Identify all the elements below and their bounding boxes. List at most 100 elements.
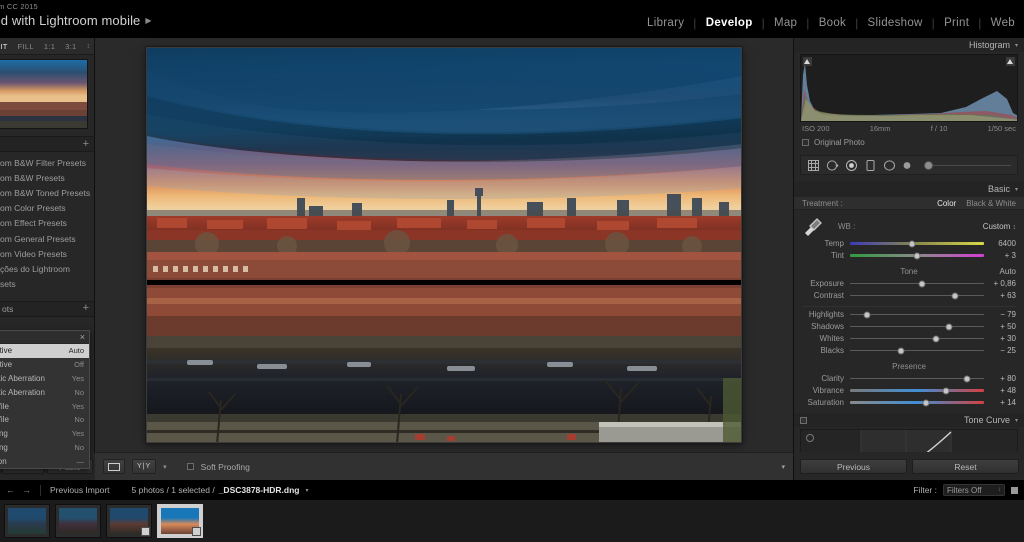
slider-clarity[interactable]: Clarity + 80 [802,374,1016,383]
slider-handle[interactable] [863,311,871,318]
histogram-header[interactable]: Histogram ▾ [794,38,1024,52]
module-print[interactable]: Print [935,17,978,29]
filmstrip-thumbnail[interactable] [55,504,101,538]
basic-panel-header[interactable]: Basic ▾ [794,182,1024,196]
snapshots-section-header[interactable]: ots + [0,300,94,317]
slider-vibrance[interactable]: Vibrance + 48 [802,386,1016,395]
radial-filter-icon[interactable] [883,159,896,172]
zoom-level-3-1[interactable]: 3:1 [65,42,76,51]
slider-track[interactable] [850,387,984,394]
slider-temp[interactable]: Temp 6400 [802,239,1016,248]
slider-track[interactable] [850,323,984,330]
slider-handle[interactable] [908,240,916,247]
slider-handle[interactable] [922,399,930,406]
filename-dropdown-icon[interactable]: ▾ [305,487,308,494]
presets-section-header[interactable]: + [0,136,94,152]
chevron-down-icon[interactable]: ▾ [1015,42,1018,49]
module-library[interactable]: Library [638,17,693,29]
slider-blacks[interactable]: Blacks − 25 [802,346,1016,355]
white-balance-selector-icon[interactable] [802,216,824,236]
adjustment-brush-icon[interactable] [902,159,915,172]
preset-group-item[interactable]: om Color Presets [0,201,94,216]
zoom-level-fill[interactable]: FILL [18,42,34,51]
forward-arrow-icon[interactable]: → [22,485,31,495]
shadow-clipping-indicator[interactable] [803,57,812,66]
popup-row[interactable]: t Toning Yes [0,427,89,441]
preset-group-item[interactable]: sets [0,277,94,292]
chevron-down-icon[interactable]: ▾ [1015,417,1018,424]
tone-curve-header[interactable]: Tone Curve ▾ [794,413,1024,427]
slider-shadows[interactable]: Shadows + 50 [802,322,1016,331]
original-photo-checkbox[interactable] [802,139,809,146]
plus-icon[interactable]: + [83,303,89,314]
zoom-level-fit[interactable]: FIT [0,42,8,51]
target-adjust-icon[interactable] [806,434,814,442]
preset-group-item[interactable]: om Effect Presets [0,216,94,231]
slider-handle[interactable] [945,323,953,330]
filter-dropdown[interactable]: Filters Off ↕ [943,484,1005,496]
slider-track[interactable] [850,240,984,247]
current-filename[interactable]: _DSC3878-HDR.dng [219,485,300,495]
popup-row[interactable]: s Profile Yes [0,399,89,413]
red-eye-icon[interactable] [845,159,858,172]
previous-button[interactable]: Previous [800,458,907,474]
slider-contrast[interactable]: Contrast + 63 [802,291,1016,300]
original-photo-row[interactable]: Original Photo [802,138,1016,147]
brush-size-slider[interactable] [924,160,1011,170]
module-map[interactable]: Map [765,17,806,29]
slider-highlights[interactable]: Highlights − 79 [802,310,1016,319]
module-book[interactable]: Book [810,17,855,29]
slider-handle[interactable] [963,375,971,382]
soft-proofing-checkbox[interactable] [186,463,194,470]
slider-track[interactable] [850,252,984,259]
slider-handle[interactable] [918,280,926,287]
treatment-color[interactable]: Color [937,199,956,208]
plus-icon[interactable]: + [83,138,89,150]
close-icon[interactable]: × [80,332,85,342]
slider-track[interactable] [850,347,984,354]
photo-image[interactable] [146,47,742,443]
popup-row[interactable]: turation — [0,454,89,468]
treatment-black-white[interactable]: Black & White [966,199,1016,208]
slider-tint[interactable]: Tint + 3 [802,251,1016,260]
reset-button[interactable]: Reset [912,458,1019,474]
auto-tone-button[interactable]: Auto [1000,267,1016,276]
module-develop[interactable]: Develop [697,17,762,29]
popup-row[interactable]: rspective Off [0,358,89,372]
slider-handle[interactable] [951,292,959,299]
module-slideshow[interactable]: Slideshow [859,17,932,29]
slider-handle[interactable] [942,387,950,394]
zoom-stepper-icon[interactable]: ↕ [87,43,91,50]
compare-arrow-icon[interactable]: ▾ [163,463,167,471]
spot-removal-icon[interactable] [826,159,839,172]
back-arrow-icon[interactable]: ← [6,485,15,495]
popup-row[interactable]: romatic Aberration Yes [0,372,89,386]
slider-track[interactable] [850,311,984,318]
source-label[interactable]: Previous Import [50,485,110,495]
slider-handle[interactable] [932,335,940,342]
slider-track[interactable] [850,280,984,287]
slider-handle[interactable] [897,347,905,354]
identity-arrow-icon[interactable]: ▶ [145,16,151,25]
filmstrip-thumbnail[interactable] [106,504,152,538]
filter-stepper-icon[interactable]: ↕ [998,487,1001,493]
chevron-down-icon[interactable]: ▾ [1015,186,1018,193]
popup-row[interactable]: romatic Aberration No [0,385,89,399]
slider-saturation[interactable]: Saturation + 14 [802,398,1016,407]
navigator-preview[interactable] [0,59,88,129]
graduated-filter-icon[interactable] [864,159,877,172]
filmstrip-thumbnail[interactable] [4,504,50,538]
filter-enable-toggle[interactable] [1011,486,1018,494]
identity-plate[interactable]: htroom CC 2015 arted with Lightroom mobi… [0,2,238,28]
slider-handle[interactable] [913,252,921,259]
loupe-view-button[interactable] [103,459,125,474]
zoom-level-1-1[interactable]: 1:1 [44,42,55,51]
slider-track[interactable] [850,375,984,382]
white-balance-stepper-icon[interactable]: ↕ [1013,224,1017,231]
slider-track[interactable] [850,335,984,342]
white-balance-value[interactable]: Custom ↕ [983,222,1016,231]
preset-group-item[interactable]: om B&W Toned Presets [0,185,94,200]
compare-view-button[interactable]: Y|Y [132,459,157,474]
popup-row[interactable]: s Profile No [0,413,89,427]
filmstrip-thumbnail[interactable] [157,504,203,538]
